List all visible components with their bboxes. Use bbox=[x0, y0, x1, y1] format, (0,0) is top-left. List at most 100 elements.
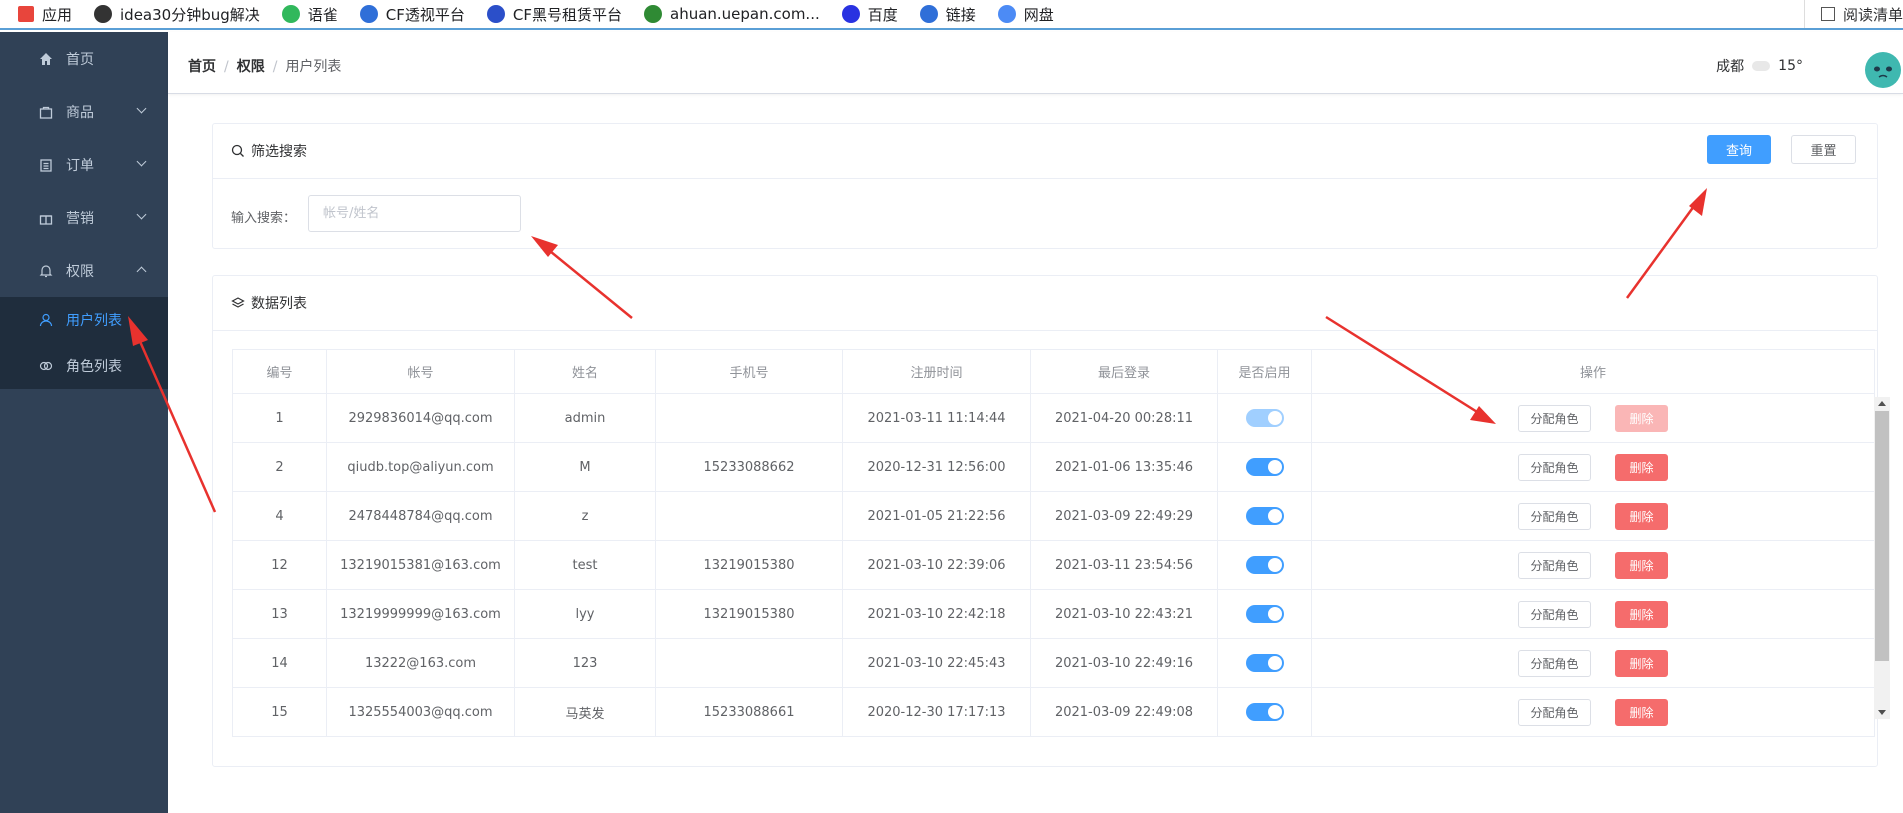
sidebar-item-product[interactable]: 商品 bbox=[0, 85, 168, 138]
delete-button[interactable]: 删除 bbox=[1615, 649, 1668, 677]
table-row: 13 13219999999@163.com lyy 13219015380 2021-… bbox=[232, 589, 1875, 639]
sidebar-item-marketing[interactable]: 营销 bbox=[0, 191, 168, 244]
top-navbar: 首页 / 权限 / 用户列表 成都 15° bbox=[168, 32, 1903, 94]
bookmark-favicon-icon bbox=[94, 5, 113, 23]
reading-list-icon bbox=[1820, 7, 1835, 21]
filter-card-header: 筛选搜索 bbox=[213, 124, 1877, 179]
sidebar-item-permission[interactable]: 权限 bbox=[0, 244, 168, 297]
bookmark-favicon-icon bbox=[281, 5, 300, 23]
sidebar-item-label: 权限 bbox=[66, 263, 94, 280]
column-header: 操作 bbox=[1311, 349, 1875, 394]
cell-registered: 2021-03-10 22:45:43 bbox=[842, 638, 1031, 688]
cell-registered: 2020-12-30 17:17:13 bbox=[842, 687, 1031, 737]
assign-role-button[interactable]: 分配角色 bbox=[1518, 551, 1591, 579]
bookmark-item[interactable]: 百度 bbox=[841, 4, 898, 25]
avatar[interactable] bbox=[1865, 52, 1901, 88]
assign-role-button[interactable]: 分配角色 bbox=[1518, 649, 1591, 677]
cell-account: qiudb.top@aliyun.com bbox=[326, 442, 515, 492]
cell-id: 13 bbox=[232, 589, 327, 639]
bookmark-label: ahuan.uepan.com... bbox=[670, 5, 820, 23]
breadcrumb-current: 用户列表 bbox=[285, 59, 342, 75]
bookmark-label: idea30分钟bug解决 bbox=[120, 5, 260, 24]
cell-name: lyy bbox=[514, 589, 656, 639]
cell-enabled bbox=[1217, 442, 1312, 492]
delete-button[interactable]: 删除 bbox=[1615, 502, 1668, 530]
sidebar: 首页 商品 订单 营销 权限 用户列表 角色列表 bbox=[0, 32, 168, 813]
reading-list-button[interactable]: 阅读清单 bbox=[1803, 0, 1903, 28]
bookmark-favicon-icon bbox=[841, 5, 860, 23]
sidebar-item-home[interactable]: 首页 bbox=[0, 32, 168, 85]
enabled-toggle[interactable] bbox=[1245, 458, 1284, 476]
cell-name: admin bbox=[514, 393, 656, 443]
sidebar-item-order[interactable]: 订单 bbox=[0, 138, 168, 191]
home-icon bbox=[38, 51, 54, 67]
column-header: 注册时间 bbox=[842, 349, 1031, 394]
search-input[interactable] bbox=[308, 195, 521, 232]
sidebar-item-label: 角色列表 bbox=[66, 359, 122, 375]
sidebar-item-label: 订单 bbox=[66, 157, 94, 174]
cell-enabled bbox=[1217, 540, 1312, 590]
assign-role-button[interactable]: 分配角色 bbox=[1518, 600, 1591, 628]
weather-widget: 成都 15° bbox=[1716, 56, 1803, 76]
cell-name: M bbox=[514, 442, 656, 492]
reset-button[interactable]: 重置 bbox=[1791, 135, 1856, 164]
data-list-title: 数据列表 bbox=[251, 296, 307, 312]
bookmark-item[interactable]: 链接 bbox=[919, 4, 976, 25]
bookmark-label: 语雀 bbox=[307, 5, 338, 24]
table-row: 2 qiudb.top@aliyun.com M 15233088662 2020-12… bbox=[232, 442, 1875, 492]
enabled-toggle[interactable] bbox=[1245, 654, 1284, 672]
breadcrumb-home[interactable]: 首页 bbox=[188, 59, 216, 75]
cell-account: 2478448784@qq.com bbox=[326, 491, 515, 541]
bookmark-item[interactable]: 网盘 bbox=[997, 4, 1054, 25]
enabled-toggle[interactable] bbox=[1245, 507, 1284, 525]
table-scrollbar[interactable] bbox=[1874, 397, 1890, 719]
cell-last-login: 2021-04-20 00:28:11 bbox=[1030, 393, 1218, 443]
bookmark-item[interactable]: idea30分钟bug解决 bbox=[94, 4, 260, 25]
assign-role-button[interactable]: 分配角色 bbox=[1518, 453, 1591, 481]
bookmark-label: 应用 bbox=[42, 5, 73, 24]
delete-button[interactable]: 删除 bbox=[1615, 600, 1668, 628]
bookmark-item[interactable]: CF透视平台 bbox=[359, 4, 465, 25]
stack-icon bbox=[231, 297, 245, 308]
bookmark-item[interactable]: 应用 bbox=[18, 4, 72, 25]
column-header: 最后登录 bbox=[1030, 349, 1218, 394]
cell-account: 1325554003@qq.com bbox=[326, 687, 515, 737]
assign-role-button[interactable]: 分配角色 bbox=[1518, 698, 1591, 726]
chevron-up-icon bbox=[136, 266, 147, 277]
assign-role-button[interactable]: 分配角色 bbox=[1518, 404, 1591, 432]
sidebar-item-label: 营销 bbox=[66, 210, 94, 227]
query-button[interactable]: 查询 bbox=[1707, 135, 1771, 164]
table-row: 12 13219015381@163.com test 13219015380 2021… bbox=[232, 540, 1875, 590]
data-list-card: 数据列表 编号 帐号 姓名 手机号 注册时间 最后登录 是否启用 操作 1 292 bbox=[212, 275, 1890, 767]
cell-name: 马英发 bbox=[514, 687, 656, 737]
bookmark-item[interactable]: ahuan.uepan.com... bbox=[644, 5, 820, 23]
chevron-down-icon bbox=[136, 209, 147, 220]
filter-card: 筛选搜索 查询 重置 输入搜索： bbox=[212, 123, 1878, 249]
table-header-row: 编号 帐号 姓名 手机号 注册时间 最后登录 是否启用 操作 bbox=[232, 349, 1875, 394]
cell-id: 1 bbox=[232, 393, 327, 443]
chevron-down-icon bbox=[136, 103, 147, 114]
bookmark-item[interactable]: CF黑号租赁平台 bbox=[486, 4, 622, 25]
enabled-toggle[interactable] bbox=[1245, 703, 1284, 721]
table-row: 1 2929836014@qq.com admin 2021-03-11 11:14:… bbox=[232, 393, 1875, 443]
chevron-down-icon bbox=[136, 156, 147, 167]
scroll-up-icon[interactable] bbox=[1878, 401, 1886, 406]
assign-role-button[interactable]: 分配角色 bbox=[1518, 502, 1591, 530]
delete-button[interactable]: 删除 bbox=[1615, 551, 1668, 579]
enabled-toggle[interactable] bbox=[1245, 556, 1284, 574]
cell-registered: 2021-03-11 11:14:44 bbox=[842, 393, 1031, 443]
sidebar-item-user-list[interactable]: 用户列表 bbox=[0, 297, 168, 343]
delete-button[interactable]: 删除 bbox=[1615, 453, 1668, 481]
delete-button[interactable]: 删除 bbox=[1615, 698, 1668, 726]
column-header: 编号 bbox=[232, 349, 327, 394]
enabled-toggle[interactable] bbox=[1245, 605, 1284, 623]
sidebar-item-label: 商品 bbox=[66, 104, 94, 121]
breadcrumb-permission[interactable]: 权限 bbox=[237, 59, 265, 75]
cell-id: 4 bbox=[232, 491, 327, 541]
sidebar-item-role-list[interactable]: 角色列表 bbox=[0, 343, 168, 389]
scrollbar-thumb[interactable] bbox=[1875, 411, 1889, 661]
bookmark-item[interactable]: 语雀 bbox=[281, 4, 338, 25]
scroll-down-icon[interactable] bbox=[1878, 710, 1886, 715]
cell-operations: 分配角色 删除 bbox=[1311, 491, 1875, 541]
table-row: 15 1325554003@qq.com 马英发 15233088661 2020-12… bbox=[232, 687, 1875, 737]
